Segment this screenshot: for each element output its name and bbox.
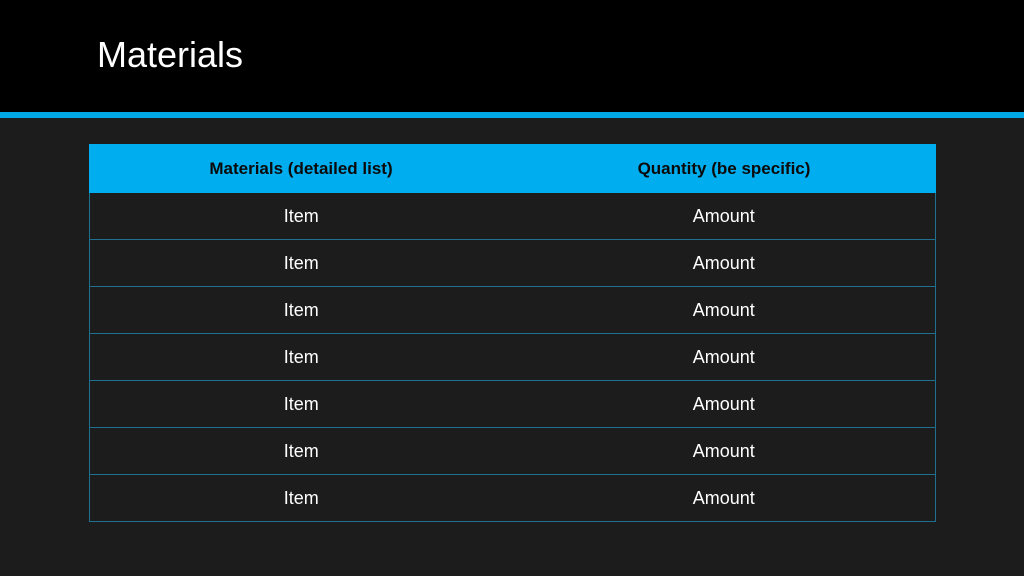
table-header-row: Materials (detailed list) Quantity (be s…: [89, 144, 936, 193]
material-cell: Item: [89, 333, 513, 381]
material-cell: Item: [89, 286, 513, 334]
quantity-cell: Amount: [512, 286, 936, 334]
table-row: Item Amount: [89, 192, 936, 240]
material-cell: Item: [89, 474, 513, 522]
quantity-cell: Amount: [512, 427, 936, 475]
table-row: Item Amount: [89, 380, 936, 428]
table-row: Item Amount: [89, 474, 936, 522]
slide-title: Materials: [97, 34, 244, 75]
material-cell: Item: [89, 239, 513, 287]
column-header-materials: Materials (detailed list): [89, 144, 513, 193]
quantity-cell: Amount: [512, 380, 936, 428]
column-header-quantity: Quantity (be specific): [512, 144, 936, 193]
material-cell: Item: [89, 427, 513, 475]
accent-divider: [0, 112, 1024, 118]
materials-table: Materials (detailed list) Quantity (be s…: [89, 144, 936, 522]
title-bar: Materials: [0, 0, 1024, 112]
quantity-cell: Amount: [512, 333, 936, 381]
material-cell: Item: [89, 192, 513, 240]
quantity-cell: Amount: [512, 239, 936, 287]
table-row: Item Amount: [89, 333, 936, 381]
table-row: Item Amount: [89, 427, 936, 475]
material-cell: Item: [89, 380, 513, 428]
table-row: Item Amount: [89, 239, 936, 287]
quantity-cell: Amount: [512, 192, 936, 240]
table-row: Item Amount: [89, 286, 936, 334]
quantity-cell: Amount: [512, 474, 936, 522]
